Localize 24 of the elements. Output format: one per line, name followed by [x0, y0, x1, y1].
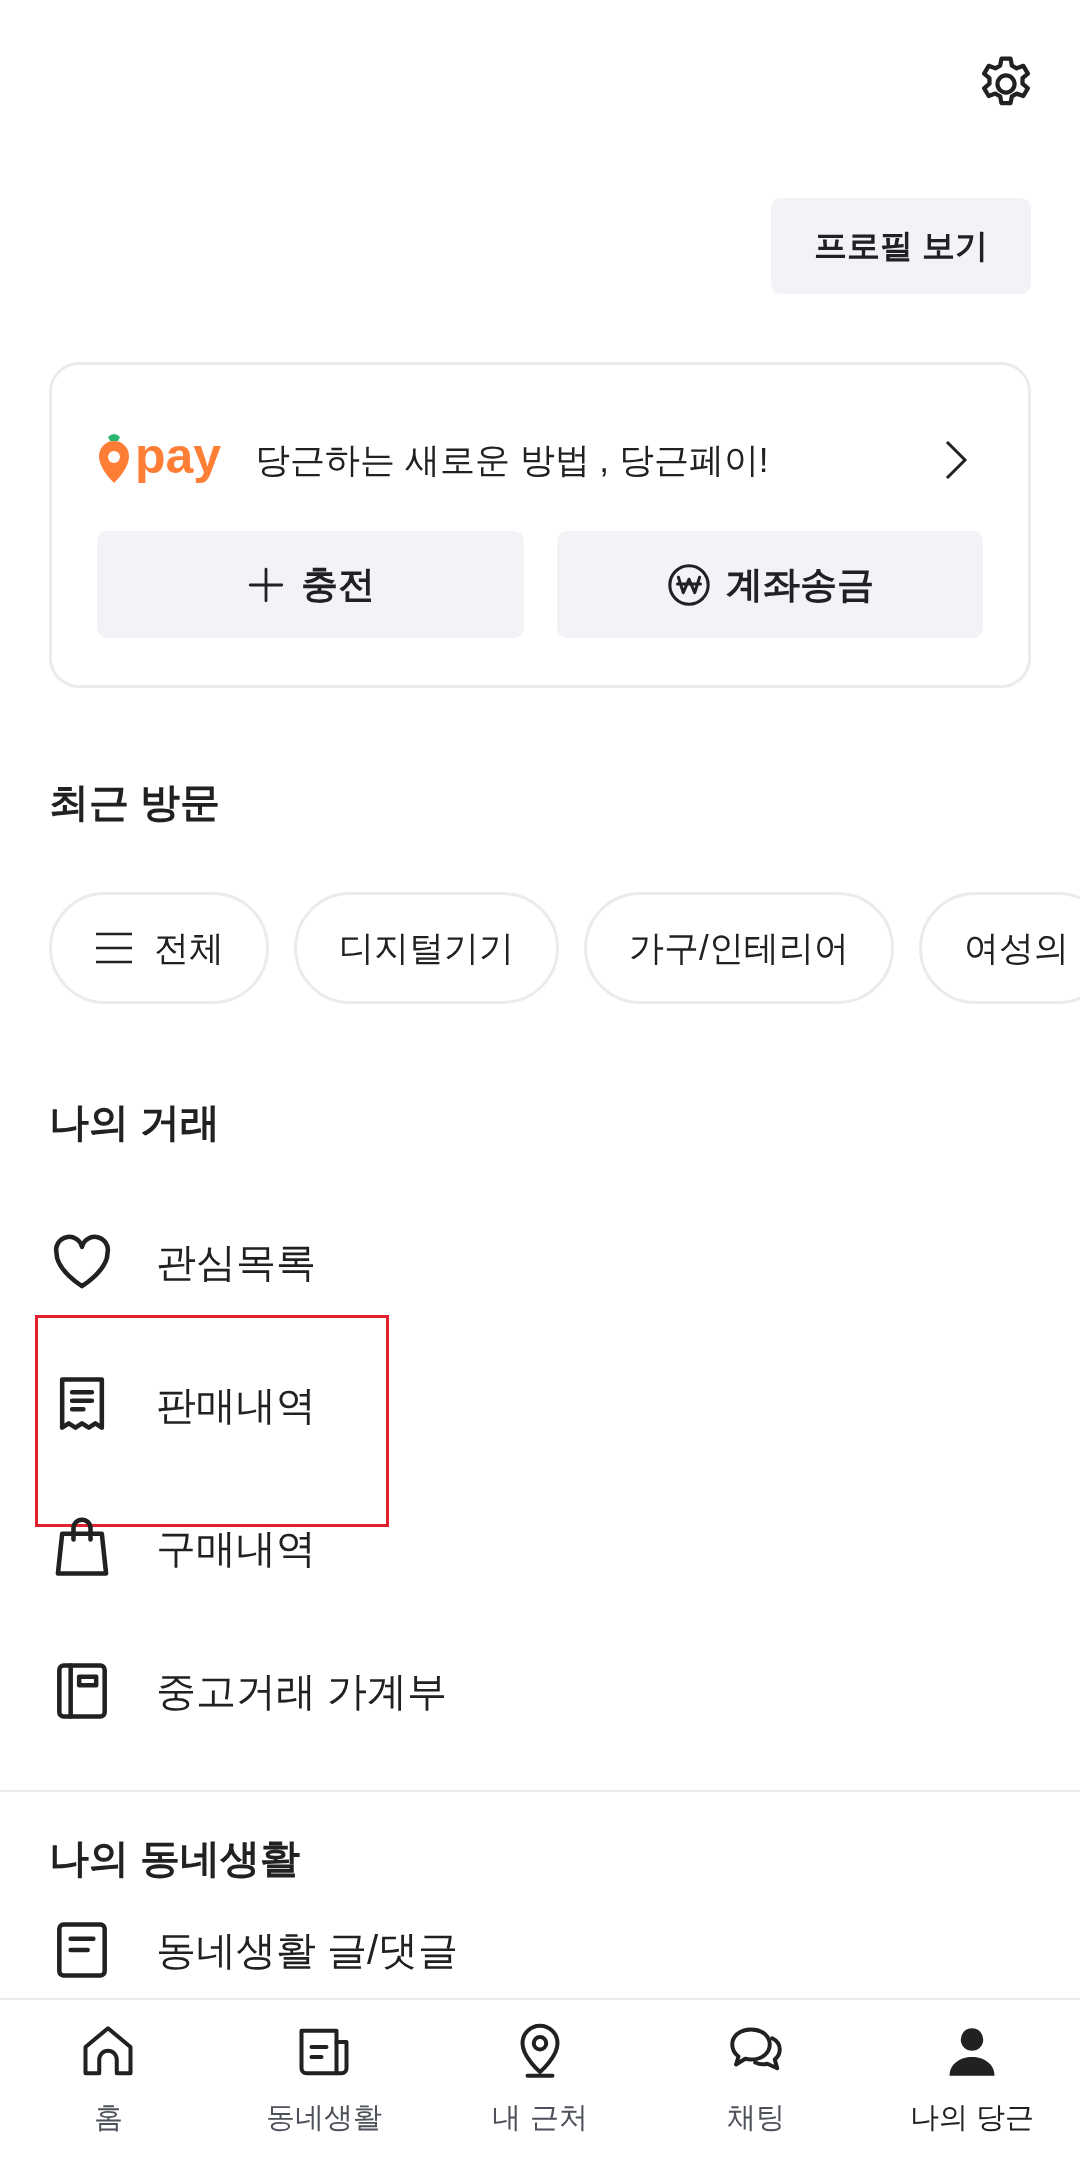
category-chip[interactable]: 여성의 — [918, 892, 1080, 1004]
section-title: 나의 동네생활 — [49, 1835, 302, 1882]
nav-tab[interactable]: 홈 — [0, 2000, 216, 2168]
menu-item[interactable]: 동네생활 글/댓글 — [156, 1916, 459, 1984]
profile-button[interactable]: 프로필 보기 — [771, 198, 1031, 294]
won-coin-icon — [665, 561, 712, 608]
menu-item[interactable]: 구매내역 — [156, 1517, 316, 1578]
category-chip[interactable]: 가구/인테리어 — [584, 892, 894, 1004]
pay-logo: pay — [135, 431, 222, 486]
category-chip[interactable]: 전체 — [49, 892, 269, 1004]
pay-slogan: 당근하는 새로운 방법 , 당근페이! — [255, 438, 769, 481]
charge-button[interactable]: 충전 — [97, 531, 524, 638]
nav-tab[interactable]: 내 근처 — [432, 2000, 648, 2168]
menu-item[interactable]: 판매내역 — [156, 1374, 316, 1435]
section-title: 최근 방문 — [49, 779, 222, 826]
menu-icon — [94, 931, 134, 965]
nav-tab[interactable]: 채팅 — [648, 2000, 864, 2168]
transfer-button[interactable]: 계좌송금 — [556, 531, 983, 638]
menu-item[interactable]: 중고거래 가계부 — [156, 1660, 448, 1721]
category-chip[interactable]: 디지털기기 — [294, 892, 559, 1004]
nav-tab[interactable]: 나의 당근 — [864, 2000, 1080, 2168]
section-title: 나의 거래 — [49, 1099, 222, 1146]
nav-tab[interactable]: 동네생활 — [216, 2000, 432, 2168]
menu-item[interactable]: 관심목록 — [156, 1231, 316, 1292]
